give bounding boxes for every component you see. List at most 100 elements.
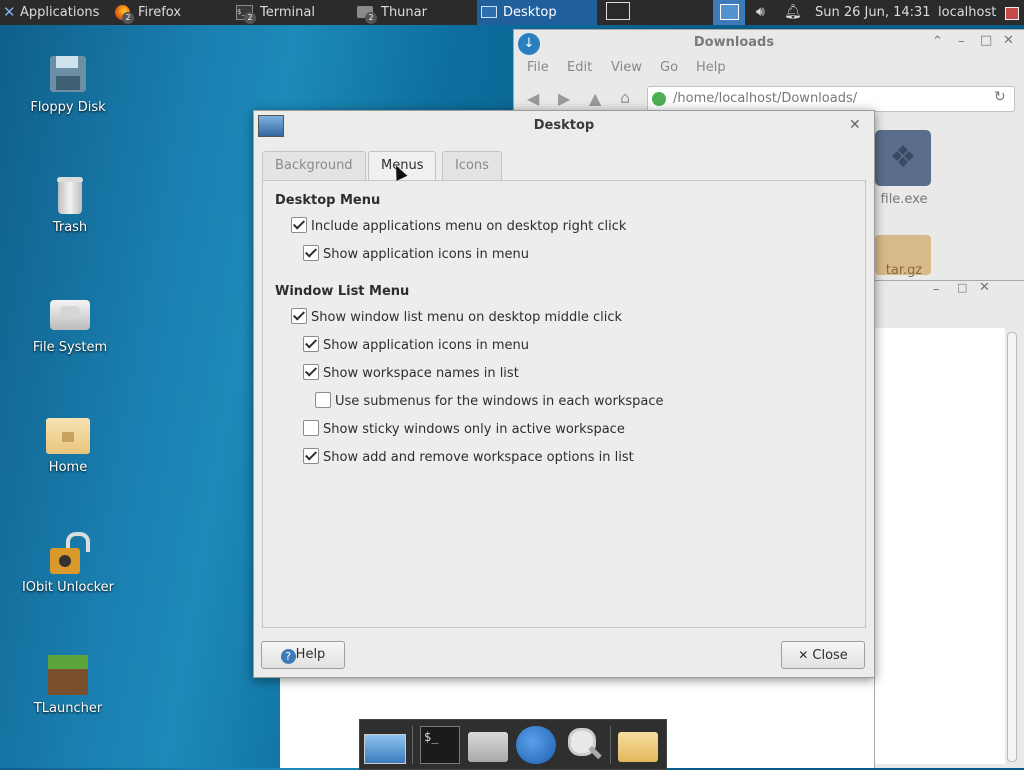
checkbox-box[interactable] <box>303 336 319 352</box>
task-terminal[interactable]: $_ 2 Terminal <box>234 0 349 25</box>
back-arrow-icon[interactable]: ◀ <box>527 89 539 108</box>
home-icon[interactable]: ⌂ <box>620 88 630 107</box>
checkbox-add-remove-workspace[interactable]: Show add and remove workspace options in… <box>303 448 634 466</box>
task-label: Firefox <box>138 5 182 20</box>
user-name[interactable]: localhost <box>938 0 996 25</box>
task-thunar[interactable]: 2 Thunar <box>355 0 473 25</box>
checkbox-box[interactable] <box>291 308 307 324</box>
up-arrow-icon[interactable]: ▲ <box>589 89 601 108</box>
checkbox-workspace-names[interactable]: Show workspace names in list <box>303 364 519 382</box>
minimize-button[interactable]: – <box>958 34 965 49</box>
dock-panel: $_ <box>359 719 667 770</box>
floppy-icon <box>46 52 90 96</box>
checkbox-box[interactable] <box>291 217 307 233</box>
workspace-1[interactable] <box>606 2 630 20</box>
checkbox-label: Show workspace names in list <box>323 366 519 381</box>
applications-label: Applications <box>20 5 100 20</box>
checkbox-window-list-icons[interactable]: Show application icons in menu <box>303 336 529 354</box>
terminal-dock-icon[interactable]: $_ <box>420 726 460 764</box>
desktop-icon-label: TLauncher <box>33 701 103 716</box>
minimize-icon[interactable]: – <box>933 282 940 297</box>
file-item[interactable]: ❖ file.exe <box>864 130 944 207</box>
desktop-icon-home[interactable]: Home <box>13 412 123 475</box>
desktop-icon-tlauncher[interactable]: TLauncher <box>13 653 123 716</box>
checkbox-box[interactable] <box>303 245 319 261</box>
tab-icons[interactable]: Icons <box>442 151 502 180</box>
content-area <box>875 328 1005 764</box>
desktop-settings-dialog: Desktop ✕ Background Menus Icons Desktop… <box>253 110 875 678</box>
show-desktop-dock-icon[interactable] <box>364 734 406 764</box>
dock-separator <box>610 726 611 764</box>
forward-arrow-icon[interactable]: ▶ <box>558 89 570 108</box>
close-label: Close <box>812 648 848 663</box>
menu-file[interactable]: File <box>527 60 549 75</box>
search-dock-icon[interactable] <box>564 726 604 764</box>
checkbox-label: Show window list menu on desktop middle … <box>311 310 623 325</box>
files-folder-dock-icon[interactable] <box>618 732 658 762</box>
checkbox-label: Show application icons in menu <box>323 247 530 262</box>
workspace-switcher[interactable] <box>603 0 633 25</box>
task-desktop[interactable]: Desktop <box>477 0 597 25</box>
file-item[interactable]: tar.gz <box>864 235 944 278</box>
location-bar[interactable]: /home/localhost/Downloads/ ↻ <box>647 86 1015 112</box>
applications-menu-button[interactable]: ✕ Applications <box>0 0 106 25</box>
notification-bell-icon[interactable]: 🔔︎ <box>784 0 802 25</box>
checkbox-box[interactable] <box>303 420 319 436</box>
window-list-menu-heading: Window List Menu <box>275 284 410 299</box>
show-desktop-button[interactable] <box>713 0 745 25</box>
menu-go[interactable]: Go <box>660 60 678 75</box>
tab-background[interactable]: Background <box>262 151 366 180</box>
checkbox-sticky-windows[interactable]: Show sticky windows only in active works… <box>303 420 625 438</box>
help-label: Help <box>295 647 326 662</box>
checkbox-include-apps-menu[interactable]: Include applications menu on desktop rig… <box>291 217 626 235</box>
desktop-icon-iobit-unlocker[interactable]: IObit Unlocker <box>13 532 123 595</box>
menu-edit[interactable]: Edit <box>567 60 592 75</box>
clock[interactable]: Sun 26 Jun, 14:31 <box>815 0 931 25</box>
checkbox-box[interactable] <box>303 364 319 380</box>
desktop-icon-trash[interactable]: Trash <box>15 172 125 235</box>
web-browser-dock-icon[interactable] <box>516 726 556 764</box>
reload-icon[interactable]: ↻ <box>994 89 1006 105</box>
home-folder-dock-icon[interactable] <box>468 732 508 762</box>
desktop-icon-label: IObit Unlocker <box>21 580 115 595</box>
checkbox-box[interactable] <box>315 392 331 408</box>
desktop-monitor-icon <box>720 4 739 20</box>
minimize-icon[interactable]: ⌃ <box>932 34 943 49</box>
dock-separator <box>412 726 413 764</box>
maximize-icon[interactable]: □ <box>980 33 992 48</box>
desktop-icon-floppy-disk[interactable]: Floppy Disk <box>13 52 123 115</box>
download-icon: ↓ <box>518 33 540 55</box>
file-label: file.exe <box>880 192 928 207</box>
location-path: /home/localhost/Downloads/ <box>673 91 858 106</box>
menu-help[interactable]: Help <box>696 60 726 75</box>
task-count-badge: 2 <box>365 12 377 24</box>
close-icon[interactable]: ✕ <box>1003 33 1014 48</box>
desktop-icon-label: Floppy Disk <box>30 100 106 115</box>
top-panel: ✕ Applications 2 Firefox $_ 2 Terminal 2… <box>0 0 1024 25</box>
file-label: tar.gz <box>885 263 923 278</box>
desktop-icon-label: File System <box>32 340 108 355</box>
logout-icon[interactable] <box>1005 7 1019 20</box>
task-firefox[interactable]: 2 Firefox <box>112 0 227 25</box>
drive-icon <box>48 292 92 336</box>
desktop-menu-heading: Desktop Menu <box>275 193 381 208</box>
task-label: Thunar <box>381 5 427 20</box>
help-icon: ? <box>280 649 296 664</box>
task-label: Desktop <box>503 5 557 20</box>
maximize-icon[interactable]: □ <box>957 281 967 294</box>
task-label: Terminal <box>260 5 315 20</box>
checkbox-box[interactable] <box>303 448 319 464</box>
menu-view[interactable]: View <box>611 60 642 75</box>
checkbox-desktop-menu-icons[interactable]: Show application icons in menu <box>303 245 529 263</box>
checkbox-label: Show sticky windows only in active works… <box>323 422 625 437</box>
volume-icon[interactable]: 🔊︎ <box>756 0 765 25</box>
checkbox-use-submenus[interactable]: Use submenus for the windows in each wor… <box>315 392 664 410</box>
close-icon[interactable]: ✕ <box>849 117 861 133</box>
help-button[interactable]: ? Help <box>261 641 345 669</box>
close-button[interactable]: ✕ Close <box>781 641 865 669</box>
exe-icon: ❖ <box>875 130 931 186</box>
desktop-icon-file-system[interactable]: File System <box>15 292 125 355</box>
scrollbar[interactable] <box>1007 332 1017 762</box>
checkbox-window-list-middle-click[interactable]: Show window list menu on desktop middle … <box>291 308 622 326</box>
close-icon[interactable]: ✕ <box>979 280 990 295</box>
